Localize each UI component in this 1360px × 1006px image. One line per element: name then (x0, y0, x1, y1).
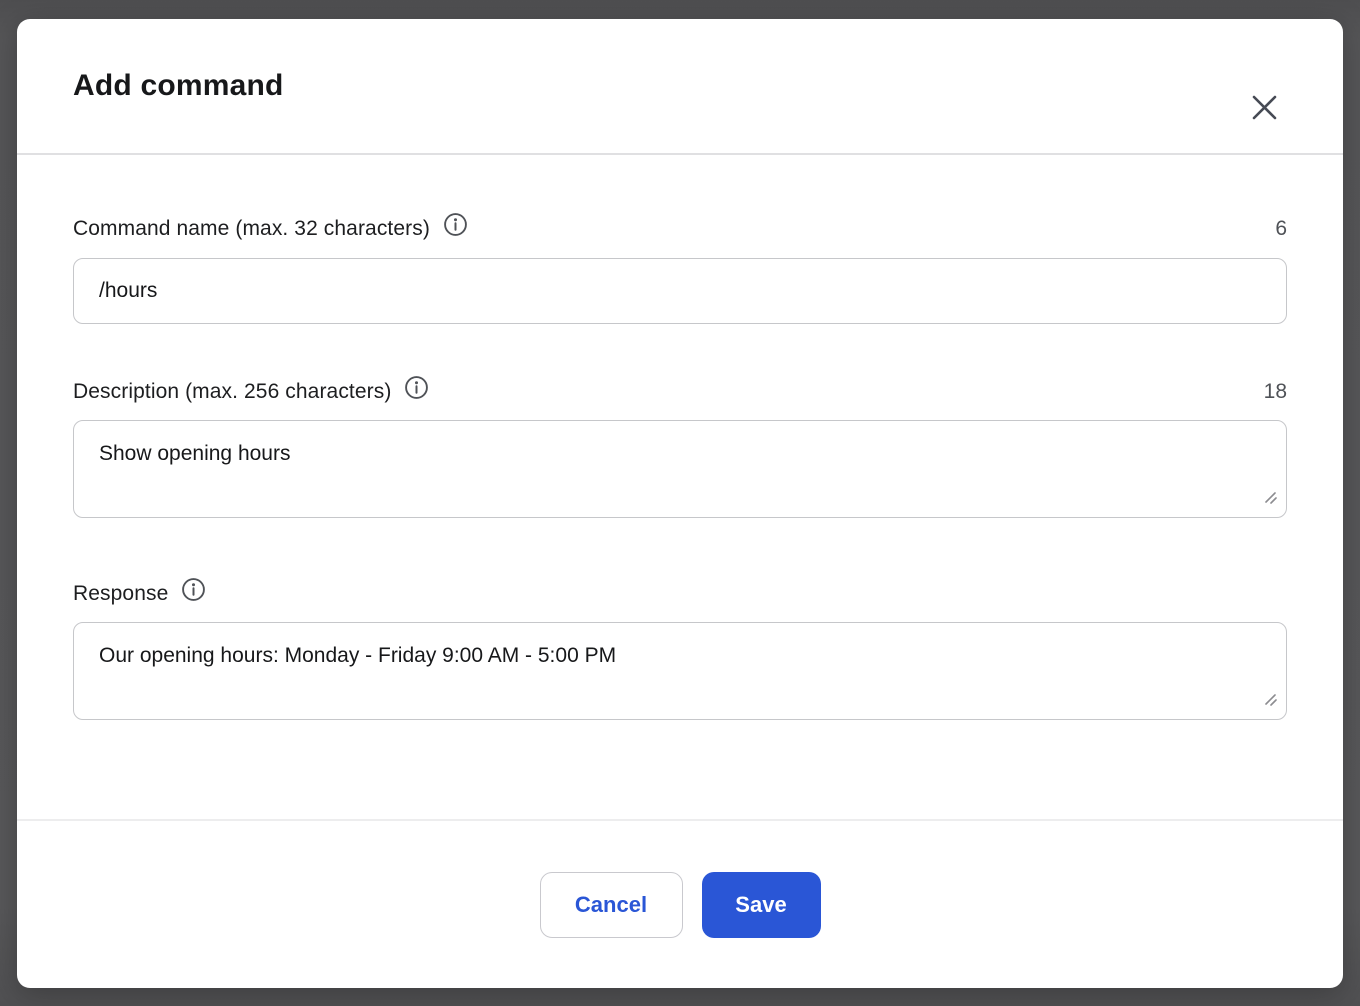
resize-handle-icon[interactable] (1262, 489, 1278, 510)
description-counter: 18 (1264, 380, 1287, 404)
modal-footer: Cancel Save (17, 819, 1343, 988)
info-icon (181, 577, 206, 602)
response-label: Response (73, 582, 168, 606)
resize-handle-icon[interactable] (1262, 691, 1278, 712)
description-textarea[interactable]: Show opening hours (73, 420, 1287, 518)
command-name-label-row: Command name (max. 32 characters) 6 (73, 213, 1287, 245)
cancel-button[interactable]: Cancel (540, 872, 683, 938)
save-button[interactable]: Save (702, 872, 821, 938)
command-name-input[interactable] (73, 258, 1287, 324)
info-icon (404, 375, 429, 400)
description-label-row: Description (max. 256 characters) 18 (73, 376, 1287, 408)
modal-title: Add command (73, 69, 284, 103)
command-name-label: Command name (max. 32 characters) (73, 217, 430, 241)
modal-body: Command name (max. 32 characters) 6 Desc… (73, 155, 1287, 819)
modal-header: Add command (17, 19, 1343, 155)
close-icon (1251, 94, 1278, 121)
description-info-button[interactable] (404, 375, 429, 400)
command-name-counter: 6 (1275, 217, 1287, 241)
add-command-modal: Add command Command name (max. 32 charac… (17, 19, 1343, 988)
close-button[interactable] (1247, 90, 1281, 124)
description-label: Description (max. 256 characters) (73, 380, 391, 404)
response-textarea-wrap: Our opening hours: Monday - Friday 9:00 … (73, 622, 1287, 720)
response-label-row: Response (73, 578, 1287, 610)
response-info-button[interactable] (181, 577, 206, 602)
command-name-info-button[interactable] (443, 212, 468, 237)
info-icon (443, 212, 468, 237)
response-textarea[interactable]: Our opening hours: Monday - Friday 9:00 … (73, 622, 1287, 720)
description-textarea-wrap: Show opening hours (73, 420, 1287, 518)
